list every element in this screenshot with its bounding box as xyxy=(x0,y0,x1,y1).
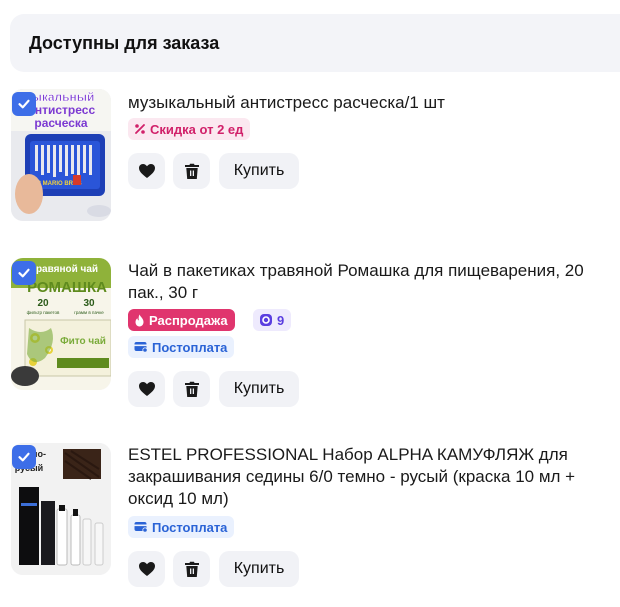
check-icon xyxy=(18,99,30,109)
svg-text:грамм в пачке: грамм в пачке xyxy=(74,310,104,315)
svg-text:Фито чай: Фито чай xyxy=(60,336,106,347)
postpay-card-icon xyxy=(134,522,148,533)
select-checkbox[interactable] xyxy=(12,92,36,116)
favorite-button[interactable] xyxy=(128,153,165,189)
svg-text:расческа: расческа xyxy=(34,116,88,130)
trash-icon xyxy=(184,163,199,179)
postpay-badge-label: Постоплата xyxy=(152,339,228,355)
section-header: Доступны для заказа xyxy=(10,14,620,72)
buy-button[interactable]: Купить xyxy=(219,551,299,587)
product-title[interactable]: Чай в пакетиках травяной Ромашка для пищ… xyxy=(128,260,608,304)
bonus-coin-icon xyxy=(260,314,272,326)
sale-badge-label: Распродажа xyxy=(149,312,228,328)
buy-button[interactable]: Купить xyxy=(219,371,299,407)
discount-badge-label: Скидка от 2 ед xyxy=(150,121,244,137)
favorite-button[interactable] xyxy=(128,371,165,407)
buy-button[interactable]: Купить xyxy=(219,153,299,189)
heart-icon xyxy=(138,164,155,178)
favorite-button[interactable] xyxy=(128,551,165,587)
postpay-card-icon xyxy=(134,342,148,353)
svg-text:30: 30 xyxy=(83,298,95,309)
svg-text:нтистресс: нтистресс xyxy=(35,103,96,117)
trash-icon xyxy=(184,381,199,397)
svg-text:фильтр пакетов: фильтр пакетов xyxy=(27,310,60,315)
postpay-badge: Постоплата xyxy=(128,516,235,538)
check-icon xyxy=(18,268,30,278)
select-checkbox[interactable] xyxy=(12,445,36,469)
delete-button[interactable] xyxy=(173,153,210,189)
postpay-badge: Постоплата xyxy=(128,336,235,358)
svg-text:ыкальный: ыкальный xyxy=(32,90,95,104)
svg-text:равяной чай: равяной чай xyxy=(36,264,98,275)
section-title: Доступны для заказа xyxy=(29,32,220,53)
svg-text:20: 20 xyxy=(37,298,49,309)
heart-icon xyxy=(138,382,155,396)
sale-badge: Распродажа xyxy=(128,309,235,331)
delete-button[interactable] xyxy=(173,371,210,407)
flame-icon xyxy=(135,314,144,326)
bonus-badge-label: 9 xyxy=(277,312,285,328)
postpay-badge-label: Постоплата xyxy=(152,519,228,535)
heart-icon xyxy=(138,562,155,576)
bonus-badge: 9 xyxy=(253,309,292,331)
trash-icon xyxy=(184,561,199,577)
check-icon xyxy=(18,452,30,462)
svg-text:РОМАШКА: РОМАШКА xyxy=(27,279,107,296)
product-title[interactable]: ESTEL PROFESSIONAL Набор ALPHA КАМУФЛЯЖ … xyxy=(128,444,608,510)
percent-icon xyxy=(135,124,145,134)
product-title[interactable]: музыкальный антистресс расческа/1 шт xyxy=(128,92,608,114)
discount-badge: Скидка от 2 ед xyxy=(128,118,251,140)
select-checkbox[interactable] xyxy=(12,261,36,285)
delete-button[interactable] xyxy=(173,551,210,587)
